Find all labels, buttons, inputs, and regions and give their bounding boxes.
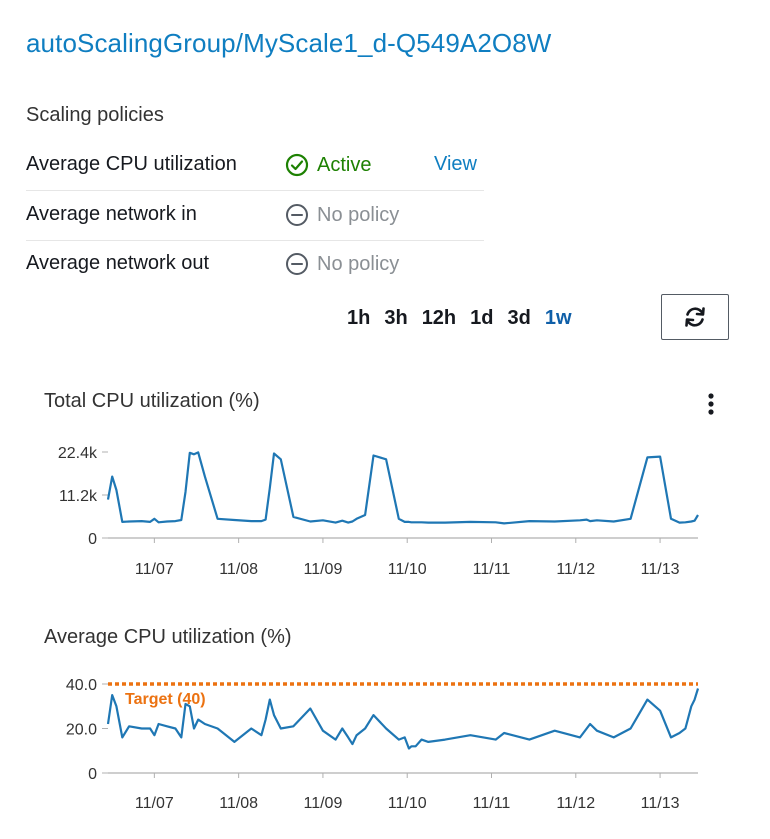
policy-row-network-in: Average network in No policy [26,191,484,241]
range-option-3d[interactable]: 3d [501,307,538,330]
x-tick-label: 11/13 [641,561,680,578]
policy-status-label: No policy [317,203,400,226]
y-tick-label: 11.2k [59,488,98,505]
x-tick-label: 11/12 [556,795,595,812]
x-tick-label: 11/13 [641,795,680,812]
x-tick-label: 11/10 [388,561,427,578]
time-range-selector: 1h 3h 12h 1d 3d 1w [340,294,579,342]
range-option-1w[interactable]: 1w [538,307,579,330]
policy-status-label: Active [317,153,372,176]
policy-row-network-out: Average network out No policy [26,240,484,289]
x-tick-label: 11/08 [219,561,258,578]
policy-name: Average network in [26,203,197,225]
policy-status-label: No policy [317,252,400,275]
policy-name: Average network out [26,252,210,274]
minus-circle-icon [286,253,308,275]
check-circle-icon [285,153,309,177]
x-tick-label: 11/07 [135,561,174,578]
x-tick-label: 11/10 [388,795,427,812]
policy-status: Active [285,153,371,177]
refresh-button[interactable] [661,294,729,340]
x-tick-label: 11/07 [135,795,174,812]
x-tick-label: 11/09 [303,795,342,812]
y-tick-label: 0 [88,531,97,548]
y-tick-label: 0 [88,766,97,783]
x-tick-label: 11/11 [473,561,511,578]
chart-title-total-cpu: Total CPU utilization (%) [44,390,260,412]
policy-name: Average CPU utilization [26,153,237,175]
x-tick-label: 11/08 [219,795,258,812]
scaling-panel: autoScalingGroup/MyScale1_d-Q549A2O8W Sc… [0,0,770,839]
more-vertical-icon [708,393,714,415]
y-tick-label: 22.4k [58,445,98,462]
target-label: Target (40) [125,691,206,708]
group-title-link[interactable]: autoScalingGroup/MyScale1_d-Q549A2O8W [26,28,551,59]
view-policy-link[interactable]: View [434,153,477,176]
minus-circle-icon [286,204,308,226]
range-option-3h[interactable]: 3h [377,307,414,330]
series-line [106,451,699,525]
series-line [106,688,700,750]
y-tick-label: 40.0 [66,677,97,694]
scaling-policies-heading: Scaling policies [26,104,164,126]
chart-title-avg-cpu: Average CPU utilization (%) [44,626,292,648]
policy-status: No policy [285,203,399,227]
y-tick-label: 20.0 [66,722,97,739]
x-tick-label: 11/11 [473,795,511,812]
range-option-12h[interactable]: 12h [415,307,463,330]
policy-status: No policy [285,252,399,276]
range-option-1d[interactable]: 1d [463,307,500,330]
x-tick-label: 11/12 [556,561,595,578]
x-tick-label: 11/09 [303,561,342,578]
policy-row-cpu: Average CPU utilization Active View [26,141,484,191]
chart-menu-button[interactable] [700,392,722,418]
range-option-1h[interactable]: 1h [340,307,377,330]
refresh-icon [685,307,705,327]
